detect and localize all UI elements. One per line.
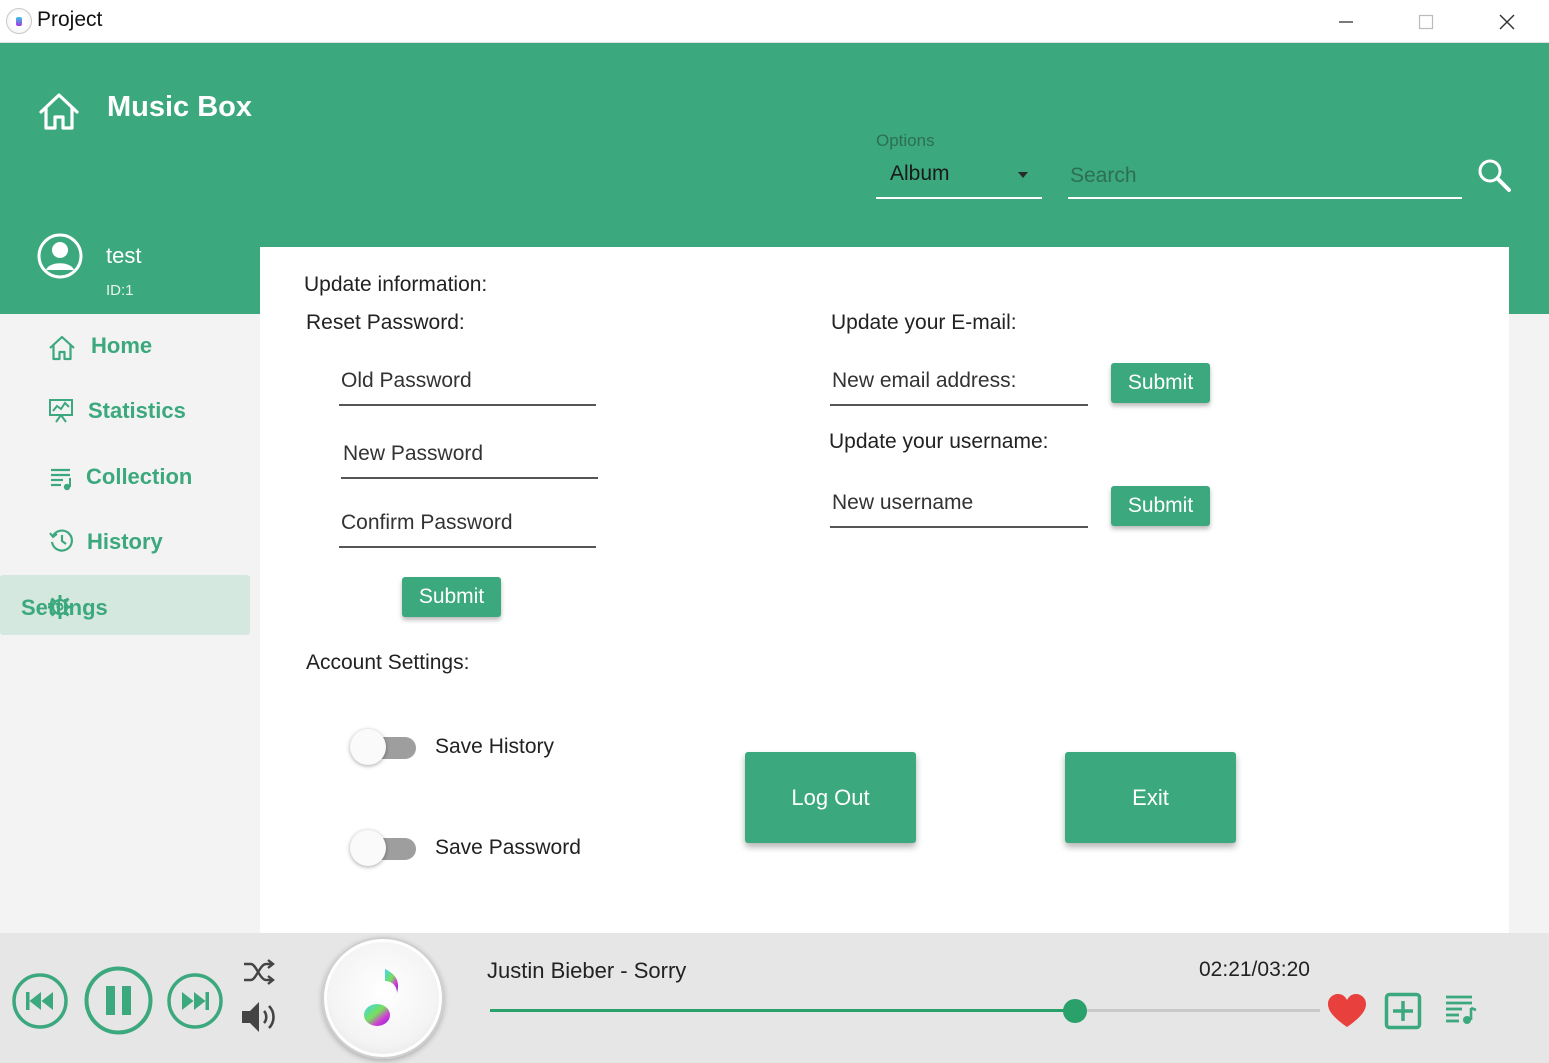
new-password-placeholder: New Password	[343, 442, 484, 465]
add-to-playlist-icon[interactable]	[1384, 992, 1422, 1030]
minimize-button[interactable]	[1306, 0, 1386, 43]
shuffle-icon[interactable]	[242, 956, 276, 988]
username-field[interactable]: New username	[830, 482, 1088, 528]
options-dropdown[interactable]: Album	[876, 154, 1042, 199]
chevron-down-icon	[1018, 172, 1028, 178]
app-title: Music Box	[107, 91, 253, 123]
sidebar-item-label: Collection	[86, 464, 193, 489]
progress-handle[interactable]	[1063, 999, 1088, 1023]
password-submit-button[interactable]: Submit	[402, 577, 501, 617]
old-password-field[interactable]: Old Password	[339, 360, 596, 406]
sidebar-item-label: Settings	[21, 595, 108, 620]
previous-track-icon[interactable]	[11, 972, 69, 1030]
toggle-knob	[350, 830, 386, 866]
maximize-icon	[1418, 14, 1434, 29]
sidebar-item-home[interactable]: Home	[0, 317, 250, 377]
search-icon[interactable]	[1476, 157, 1512, 193]
search-input[interactable]	[1068, 154, 1462, 199]
playlist-icon[interactable]	[1444, 993, 1478, 1027]
close-icon	[1499, 14, 1515, 29]
save-password-toggle[interactable]	[350, 829, 418, 867]
options-selected-value: Album	[890, 162, 950, 185]
music-note-icon	[364, 966, 399, 1026]
collection-icon	[51, 468, 71, 491]
save-history-label: Save History	[435, 735, 555, 758]
account-settings-heading: Account Settings:	[306, 651, 470, 674]
avatar[interactable]	[37, 233, 83, 279]
user-id: ID:1	[106, 282, 134, 299]
update-info-heading: Update information:	[304, 273, 488, 296]
minimize-icon	[1339, 20, 1353, 23]
options-label: Options	[876, 131, 935, 150]
email-submit-button[interactable]: Submit	[1111, 363, 1210, 403]
save-password-label: Save Password	[435, 836, 581, 859]
log-out-button[interactable]: Log Out	[745, 752, 916, 843]
toggle-knob	[350, 729, 386, 765]
app-icon	[6, 8, 32, 34]
close-button[interactable]	[1467, 0, 1547, 43]
sidebar-item-label: History	[87, 529, 163, 554]
username-placeholder: New username	[832, 491, 974, 514]
history-icon	[49, 529, 73, 552]
reset-password-heading: Reset Password:	[306, 311, 465, 334]
heart-icon[interactable]	[1326, 993, 1368, 1029]
window-title-bar: Project	[0, 0, 1549, 43]
progress-fill	[490, 1009, 1076, 1012]
album-art[interactable]	[322, 937, 444, 1059]
username-submit-button[interactable]: Submit	[1111, 486, 1210, 526]
sidebar-item-label: Statistics	[88, 398, 186, 423]
user-name: test	[106, 243, 142, 268]
sidebar-item-settings[interactable]: Settings	[0, 575, 250, 635]
new-password-field[interactable]: New Password	[341, 433, 598, 479]
exit-button[interactable]: Exit	[1065, 752, 1236, 843]
email-field[interactable]: New email address:	[830, 360, 1088, 406]
player-bar	[0, 933, 1549, 1063]
sidebar-item-label: Home	[91, 333, 153, 358]
statistics-icon	[49, 399, 73, 423]
save-history-toggle[interactable]	[350, 728, 418, 766]
old-password-placeholder: Old Password	[341, 369, 472, 392]
maximize-button[interactable]	[1386, 0, 1466, 43]
sidebar-item-history[interactable]: History	[0, 511, 250, 571]
window-title: Project	[37, 8, 103, 31]
confirm-password-field[interactable]: Confirm Password	[339, 502, 596, 548]
track-time: 02:21/03:20	[1199, 958, 1310, 981]
home-icon[interactable]	[38, 91, 80, 131]
home-icon	[49, 335, 75, 361]
sidebar-item-statistics[interactable]: Statistics	[0, 381, 250, 441]
email-placeholder: New email address:	[832, 369, 1017, 392]
pause-icon[interactable]	[83, 965, 154, 1036]
settings-panel: Update information: Reset Password: Old …	[260, 247, 1509, 933]
progress-slider[interactable]	[490, 999, 1320, 1023]
volume-icon[interactable]	[240, 999, 282, 1035]
username-heading: Update your username:	[829, 430, 1049, 453]
email-heading: Update your E-mail:	[831, 311, 1017, 334]
next-track-icon[interactable]	[166, 972, 224, 1030]
sidebar-item-collection[interactable]: Collection	[0, 448, 250, 508]
confirm-password-placeholder: Confirm Password	[341, 511, 513, 534]
track-title: Justin Bieber - Sorry	[487, 958, 687, 983]
